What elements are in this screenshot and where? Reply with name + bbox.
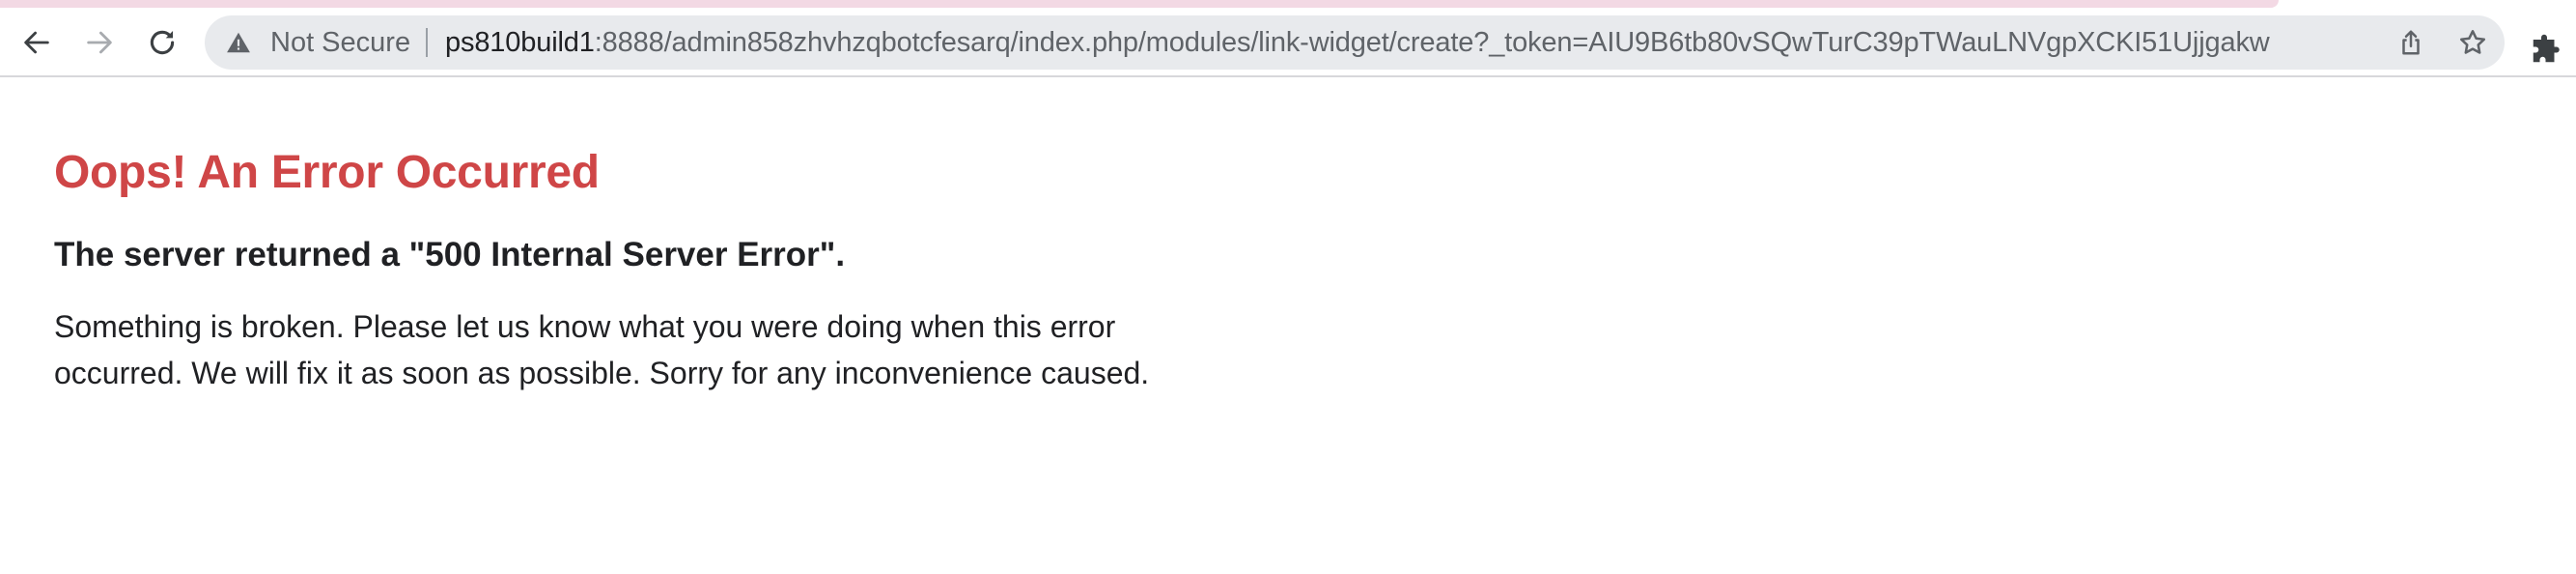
reload-button[interactable] <box>141 21 183 64</box>
address-bar[interactable]: Not Secure ps810build1:8888/admin858zhvh… <box>205 15 2505 70</box>
url-host: ps810build1 <box>445 27 595 58</box>
puzzle-piece-icon[interactable] <box>2530 31 2564 66</box>
share-icon[interactable] <box>2396 28 2425 57</box>
url-path: :8888/admin858zhvhzqbotcfesarq/index.php… <box>594 27 2270 58</box>
error-message: Something is broken. Please let us know … <box>54 309 1150 390</box>
url-text[interactable]: ps810build1:8888/admin858zhvhzqbotcfesar… <box>445 15 2270 70</box>
back-button[interactable] <box>15 21 58 64</box>
tab-strip <box>0 0 2576 10</box>
reload-icon <box>150 30 175 55</box>
security-status-label[interactable]: Not Secure <box>270 15 410 70</box>
omnibox-divider <box>426 28 428 57</box>
browser-toolbar: Not Secure ps810build1:8888/admin858zhvh… <box>0 10 2576 77</box>
warning-triangle-icon[interactable] <box>226 30 251 55</box>
star-icon[interactable] <box>2457 27 2488 58</box>
error-page-content: Oops! An Error Occurred The server retur… <box>54 145 1309 396</box>
active-tab-background <box>0 0 2279 8</box>
error-title: Oops! An Error Occurred <box>54 147 600 198</box>
forward-arrow-icon <box>87 31 112 54</box>
error-subtitle: The server returned a "500 Internal Serv… <box>54 236 846 273</box>
back-arrow-icon <box>24 31 49 54</box>
forward-button[interactable] <box>78 21 121 64</box>
